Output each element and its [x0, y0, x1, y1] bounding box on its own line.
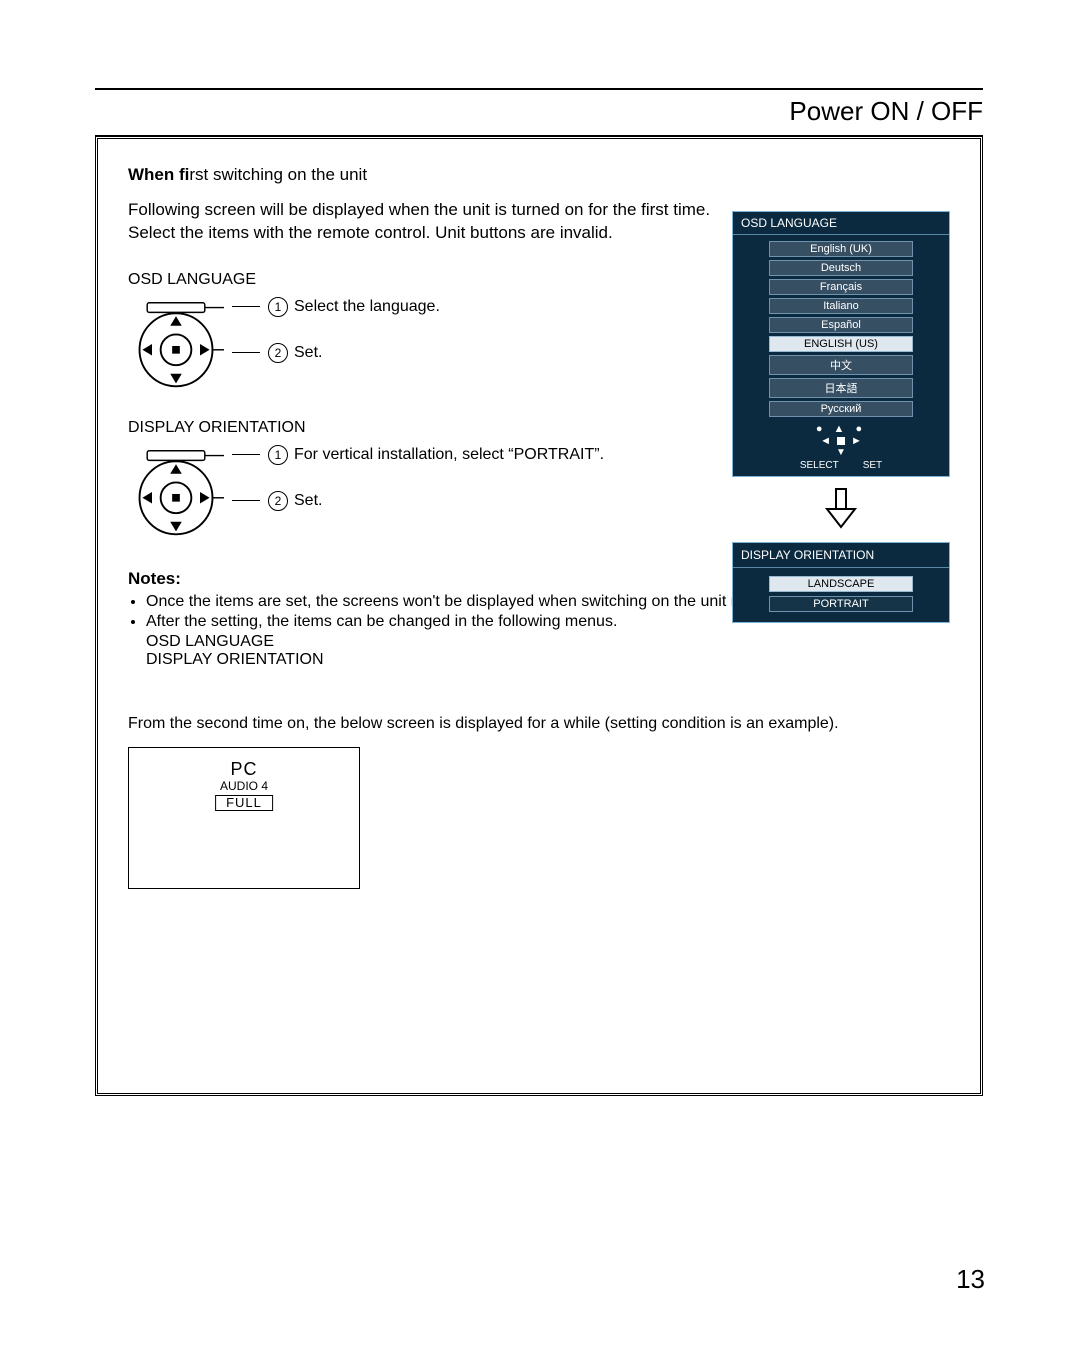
osd-language-option: 中文: [769, 355, 913, 375]
osd-language-option: ENGLISH (US): [769, 336, 913, 352]
dpad-icon: [128, 297, 224, 393]
nav-select-label: SELECT: [800, 460, 839, 471]
step-2-marker: 2: [268, 343, 288, 363]
osd-step2-text: Set.: [294, 344, 322, 362]
heading-prefix: When: [128, 165, 179, 184]
status-line2: AUDIO 4: [215, 780, 273, 793]
nav-set-label: SET: [863, 460, 882, 471]
step-1-marker: 1: [268, 297, 288, 317]
orientation-menu-title: DISPLAY ORIENTATION: [733, 543, 949, 568]
osd-language-option: Español: [769, 317, 913, 333]
orientation-option: PORTRAIT: [769, 596, 913, 612]
osd-language-option: 日本語: [769, 378, 913, 398]
step-2-marker: 2: [268, 491, 288, 511]
step-1-marker: 1: [268, 445, 288, 465]
osd-language-option: Deutsch: [769, 260, 913, 276]
osd-language-option: Italiano: [769, 298, 913, 314]
osd-illustration: OSD LANGUAGE English (UK) Deutsch Français…: [732, 211, 950, 623]
page-title: Power ON / OFF: [95, 96, 983, 127]
status-line1: PC: [215, 760, 273, 780]
page-number: 13: [956, 1264, 985, 1295]
second-time-text: From the second time on, the below scree…: [128, 715, 950, 733]
first-switch-heading: When first switching on the unit: [128, 165, 950, 185]
heading-rest: rst switching on the unit: [189, 165, 367, 184]
osd-language-option: Русский: [769, 401, 913, 417]
orientation-option: LANDSCAPE: [769, 576, 913, 592]
down-arrow-icon: [732, 487, 950, 534]
heading-bold: fi: [179, 165, 189, 184]
status-screen: PC AUDIO 4 FULL: [128, 747, 360, 889]
orient-step2-text: Set.: [294, 492, 322, 510]
osd-language-option: Français: [769, 279, 913, 295]
status-line3: FULL: [215, 795, 273, 811]
orient-step1-text: For vertical installation, select “PORTR…: [294, 446, 604, 464]
orientation-menu: DISPLAY ORIENTATION LANDSCAPE PORTRAIT: [732, 542, 950, 623]
dpad-icon: [128, 445, 224, 541]
osd-language-option: English (UK): [769, 241, 913, 257]
content-frame: When first switching on the unit Followi…: [95, 136, 983, 1096]
osd-menu-title: OSD LANGUAGE: [733, 212, 949, 235]
osd-step1-text: Select the language.: [294, 298, 440, 316]
notes-sub2: DISPLAY ORIENTATION: [146, 651, 950, 669]
osd-language-menu: OSD LANGUAGE English (UK) Deutsch Français…: [732, 211, 950, 477]
notes-sub1: OSD LANGUAGE: [146, 633, 950, 651]
osd-nav-hint: ● ▲ ● ◄ ► ▼ SELECT SET: [733, 423, 949, 476]
